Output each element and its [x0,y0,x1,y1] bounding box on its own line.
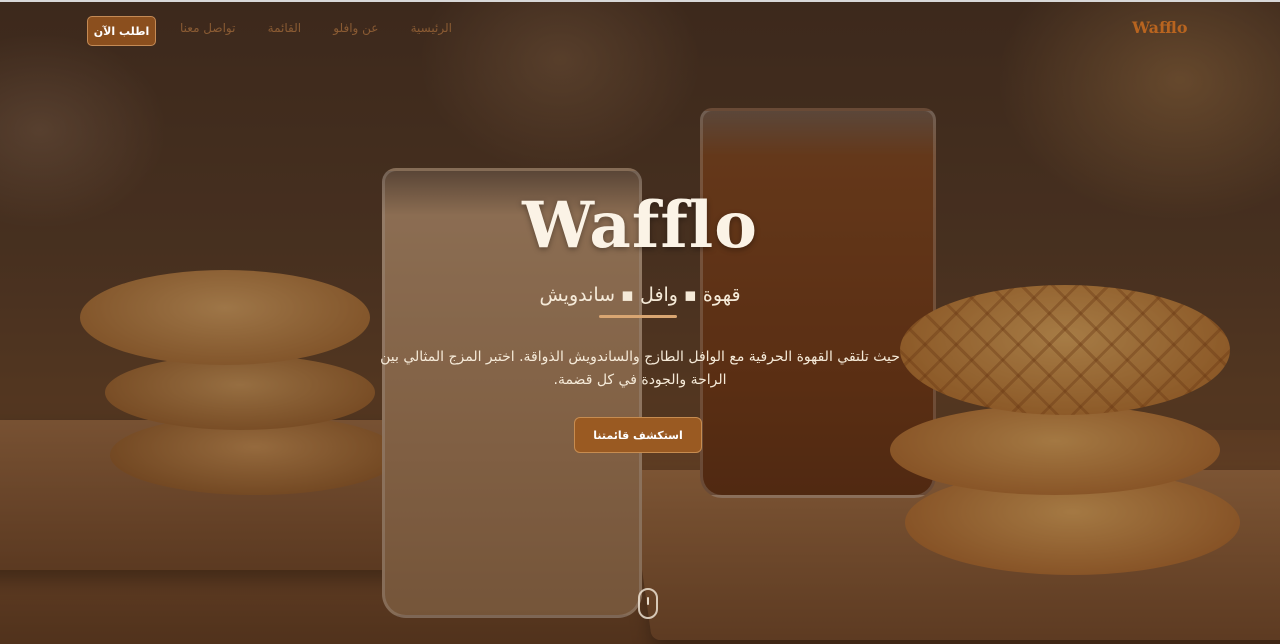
nav-links: الرئيسية عن وافلو القائمة تواصل معنا [180,21,452,41]
top-navigation: Wafflo الرئيسية عن وافلو القائمة تواصل م… [0,0,1280,58]
hero-title: Wafflo [522,188,758,263]
hero-overlay [0,0,1280,644]
nav-link-contact[interactable]: تواصل معنا [180,21,235,41]
title-divider [599,315,677,318]
hero-section [0,0,1280,644]
hero-description: حيث تلتقي القهوة الحرفية مع الوافل الطاز… [380,349,900,388]
hero-subtitle: قهوة ▪ وافل ▪ ساندويش [539,284,741,306]
nav-link-menu[interactable]: القائمة [268,21,301,41]
scroll-wheel-dot [647,597,649,605]
nav-link-home[interactable]: الرئيسية [411,21,452,41]
explore-menu-button[interactable]: استكشف قائمتنا [574,417,702,453]
order-now-button[interactable]: اطلب الآن [87,16,156,46]
nav-link-about[interactable]: عن وافلو [333,21,378,41]
scroll-down-icon[interactable] [638,588,658,619]
brand-logo[interactable]: Wafflo [1132,18,1187,37]
